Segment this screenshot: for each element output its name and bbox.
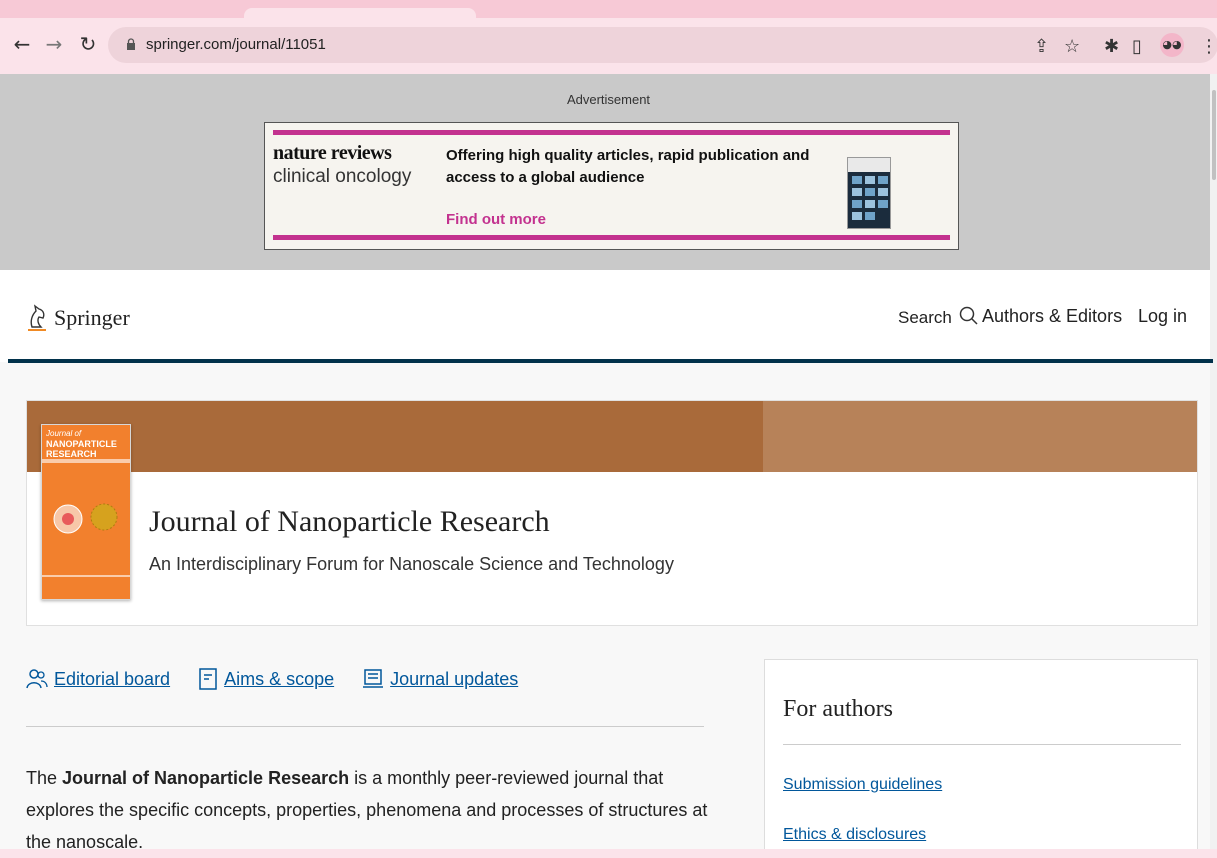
address-bar[interactable]: springer.com/journal/11051 (108, 27, 1217, 63)
links-divider (26, 726, 704, 727)
extensions-icon[interactable]: ✱ (1104, 36, 1119, 57)
journal-description: The Journal of Nanoparticle Research is … (26, 768, 708, 852)
journal-links-row: Editorial board Aims & scope Journal upd… (26, 668, 546, 690)
aims-scope-link[interactable]: Aims & scope (198, 668, 334, 690)
journal-color-band-light (763, 401, 1197, 472)
ad-brand-line1: nature reviews (273, 142, 392, 164)
scrollbar-thumb[interactable] (1212, 90, 1216, 180)
editorial-board-link[interactable]: Editorial board (26, 668, 170, 690)
page-scrollbar[interactable] (1210, 74, 1217, 849)
journal-updates-link[interactable]: Journal updates (362, 668, 518, 690)
back-icon[interactable]: ← (8, 30, 36, 58)
site-header: Springer Search Authors & Editors Log in (0, 270, 1210, 362)
authors-editors-link[interactable]: Authors & Editors (982, 306, 1122, 327)
header-divider (8, 359, 1213, 363)
cover-art (42, 459, 130, 577)
search-label: Search (898, 308, 952, 327)
ad-text: Offering high quality articles, rapid pu… (446, 147, 810, 186)
for-authors-panel: For authors Submission guidelines Ethics… (764, 659, 1198, 858)
ad-journal-cover-image (847, 157, 891, 229)
ad-brand-line2: clinical oncology (273, 166, 412, 187)
forward-icon[interactable]: → (40, 30, 68, 58)
profile-icon[interactable]: ◕◕ (1160, 33, 1184, 57)
ad-banner[interactable]: nature reviews clinical oncology Offerin… (264, 122, 959, 250)
side-panel-icon[interactable]: ▯ (1132, 36, 1142, 57)
ad-top-bar (273, 130, 950, 135)
ad-label: Advertisement (566, 92, 651, 107)
document-icon (199, 668, 217, 690)
journal-name-bold: Journal of Nanoparticle Research (62, 768, 350, 788)
journal-title: Journal of Nanoparticle Research (149, 505, 550, 538)
browser-toolbar: ← → ↻ springer.com/journal/11051 ⇪ ☆ ✱ ▯… (0, 18, 1217, 74)
journal-cover-image[interactable]: Journal of NANOPARTICLE RESEARCH (41, 424, 131, 600)
panel-divider (783, 744, 1181, 745)
journal-subtitle: An Interdisciplinary Forum for Nanoscale… (149, 554, 674, 574)
reload-icon[interactable]: ↻ (74, 30, 102, 58)
aims-scope-label: Aims & scope (224, 668, 335, 689)
journal-color-band (27, 401, 763, 472)
bookmark-star-icon[interactable]: ☆ (1064, 36, 1080, 57)
advertisement-area: Advertisement nature reviews clinical on… (0, 74, 1217, 270)
lock-icon (127, 38, 135, 50)
ethics-disclosures-link[interactable]: Ethics & disclosures (783, 826, 926, 844)
browser-bottom-edge (0, 849, 1217, 858)
springer-logo[interactable]: Springer (26, 303, 130, 333)
menu-icon[interactable]: ⋮ (1200, 36, 1217, 57)
for-authors-title: For authors (783, 696, 893, 722)
ad-cover-art (848, 158, 890, 220)
updates-icon (363, 669, 384, 688)
editorial-board-label: Editorial board (54, 668, 171, 689)
people-icon (26, 669, 48, 689)
springer-horse-icon (28, 304, 46, 331)
search-button[interactable]: Search (898, 306, 979, 328)
logo-text: Springer (54, 305, 130, 330)
tab-strip (0, 0, 1217, 20)
journal-header-card: Journal of NANOPARTICLE RESEARCH Journal… (26, 400, 1198, 626)
ad-bottom-bar (273, 235, 950, 240)
search-icon (959, 306, 978, 325)
log-in-link[interactable]: Log in (1138, 306, 1187, 327)
submission-guidelines-link[interactable]: Submission guidelines (783, 776, 942, 794)
url-text[interactable]: springer.com/journal/11051 (146, 36, 326, 53)
ad-find-out-more-link[interactable]: Find out more (446, 211, 546, 228)
journal-updates-label: Journal updates (390, 668, 519, 689)
share-icon[interactable]: ⇪ (1034, 36, 1049, 57)
